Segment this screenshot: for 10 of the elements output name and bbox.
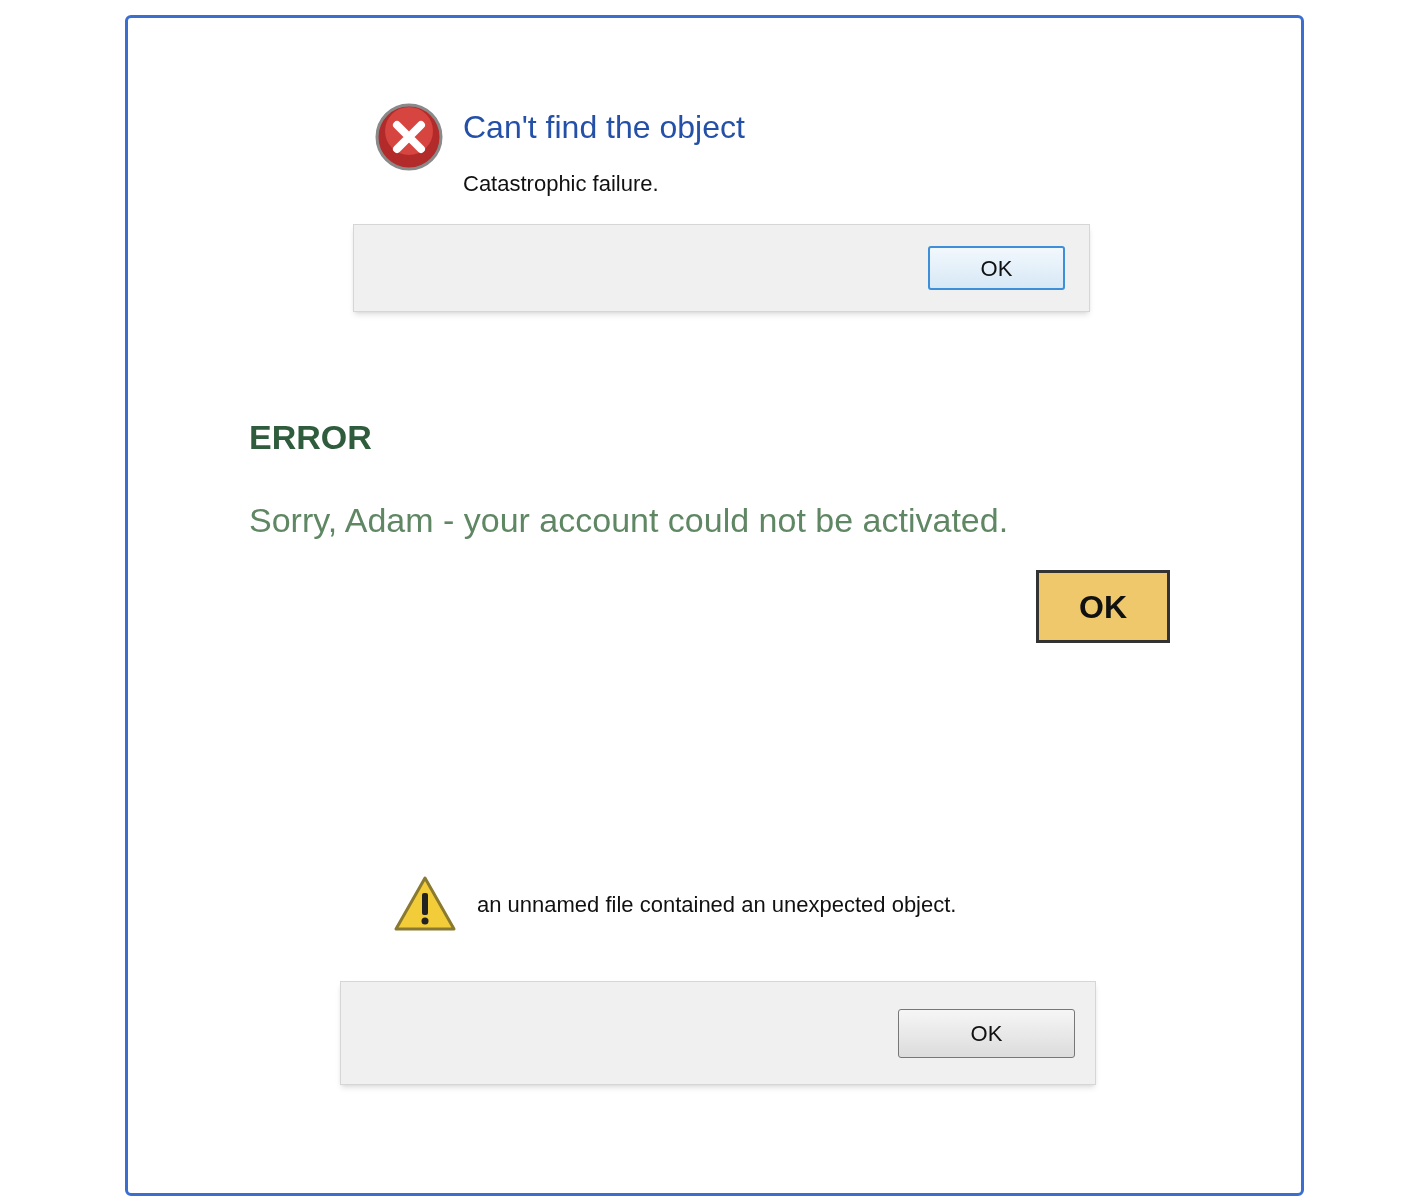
dialog-title: Can't find the object [463, 108, 745, 147]
ok-button[interactable]: OK [898, 1008, 1075, 1058]
dialog-message: Sorry, Adam - your account could not be activated. [249, 500, 1010, 541]
ok-button[interactable]: OK [928, 246, 1065, 290]
warning-icon [393, 875, 457, 933]
error-icon [375, 103, 443, 171]
dialog-message: an unnamed file contained an unexpected object. [477, 890, 957, 919]
ok-button[interactable]: OK [1036, 570, 1170, 643]
dialog-title: ERROR [249, 417, 373, 458]
dialog-message: Catastrophic failure. [463, 170, 660, 198]
